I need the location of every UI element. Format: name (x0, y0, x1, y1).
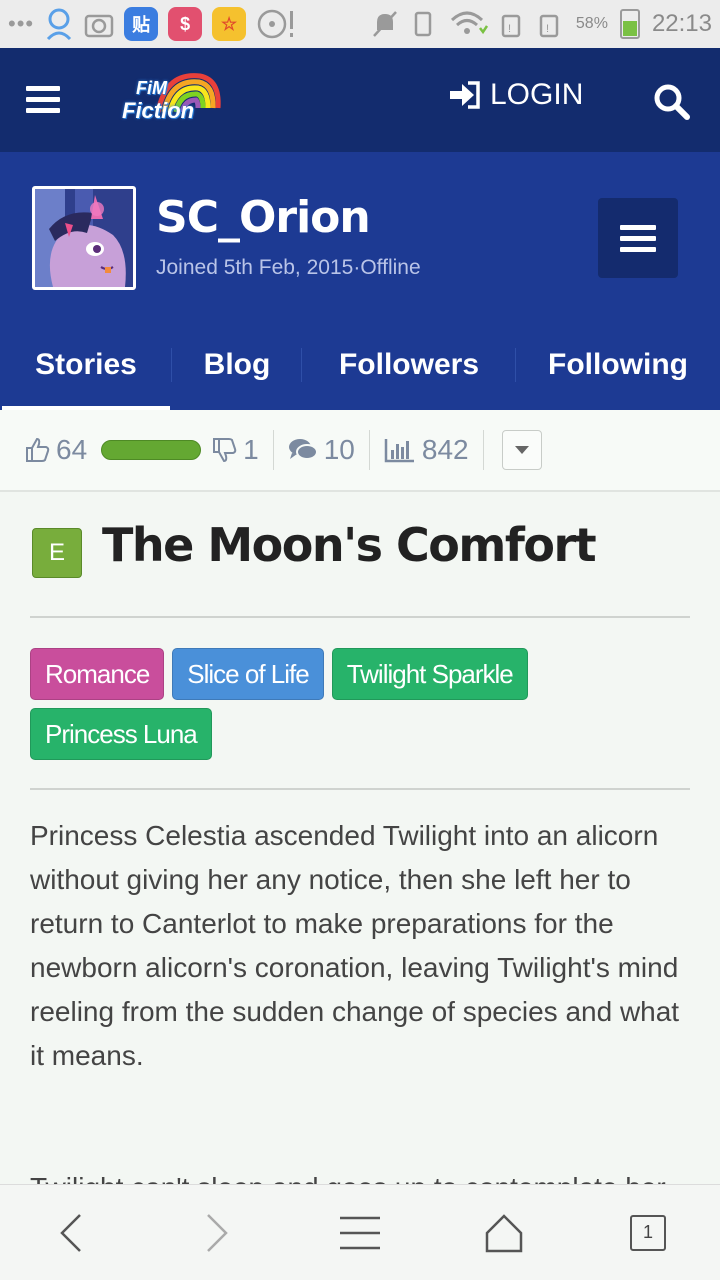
tab-label: Followers (338, 348, 480, 381)
profile-tabs: Stories Blog Followers Following (0, 320, 720, 410)
vibrate-icon (414, 11, 432, 37)
home-button[interactable] (474, 1203, 534, 1263)
profile-username: SC_Orion (156, 192, 371, 243)
profile-menu-button[interactable] (598, 198, 678, 278)
tab-stories[interactable]: Stories (0, 320, 172, 410)
tab-blog[interactable]: Blog (172, 320, 302, 410)
rating-ratio-bar (101, 440, 202, 460)
logo-text-line1: FiM (136, 78, 167, 98)
signal-sim1-icon: ! (501, 14, 521, 38)
like-count: 64 (56, 434, 88, 465)
menu-icon-bar (620, 236, 656, 241)
user-profile-header: SC_Orion Joined 5th Feb, 2015·Offline St… (0, 152, 720, 410)
dislike-count: 1 (243, 434, 259, 465)
avatar-image (35, 189, 133, 287)
thumbs-up-icon (26, 437, 50, 462)
like-button[interactable]: 64 (24, 434, 87, 466)
menu-icon (26, 86, 60, 91)
notification-person-icon (47, 8, 72, 41)
caret-down-icon (514, 446, 529, 454)
star-app-icon: ☆ (212, 7, 247, 41)
camera-icon (84, 14, 114, 38)
tag-twilight-sparkle[interactable]: Twilight Sparkle (331, 648, 528, 700)
tabs-button[interactable]: 1 (618, 1203, 678, 1263)
tab-followers[interactable]: Followers (302, 320, 516, 410)
online-status: Offline (360, 256, 421, 279)
content-rating-badge: E (32, 528, 82, 578)
bar-chart-icon (384, 439, 414, 463)
browser-bottom-bar: 1 (0, 1184, 720, 1280)
comments-icon (288, 439, 318, 460)
more-dots-icon: ••• (8, 11, 35, 36)
svg-text:!: ! (508, 23, 511, 35)
stats-divider (482, 430, 484, 470)
stats-divider (368, 430, 370, 470)
menu-icon-bar (26, 108, 60, 113)
comment-count: 10 (323, 434, 355, 465)
thumbs-down-icon (213, 438, 237, 463)
dislike-button[interactable]: 1 (211, 434, 259, 466)
back-button[interactable] (42, 1203, 102, 1263)
stats-dropdown-button[interactable] (501, 430, 542, 470)
search-icon (654, 84, 690, 120)
fimfiction-logo[interactable]: FiM Fiction (118, 68, 224, 132)
tab-count: 1 (630, 1214, 666, 1251)
chevron-left-icon (60, 1213, 81, 1252)
profile-joined-info: Joined 5th Feb, 2015·Offline (156, 256, 421, 280)
stats-divider (272, 430, 274, 470)
home-icon (485, 1213, 523, 1252)
menu-icon (620, 225, 656, 230)
tab-label: Stories (35, 348, 137, 381)
app-notification-icon: $ (168, 7, 203, 41)
title-divider (30, 616, 690, 618)
story-title[interactable]: The Moon's Comfort (102, 518, 597, 572)
logo-text-line2: Fiction (122, 98, 195, 123)
menu-icon-bar (26, 97, 60, 102)
mute-bell-icon (372, 11, 397, 37)
tab-label: Following (548, 348, 688, 381)
tab-label: Blog (203, 348, 271, 381)
tag-slice-of-life[interactable]: Slice of Life (172, 648, 324, 700)
login-label: LOGIN (490, 78, 584, 111)
view-count: 842 (421, 434, 469, 465)
menu-icon-bar (620, 247, 656, 252)
sign-in-icon (450, 81, 480, 109)
comments-stat[interactable]: 10 (288, 434, 355, 466)
menu-icon (340, 1216, 380, 1249)
tag-princess-luna[interactable]: Princess Luna (30, 708, 212, 760)
battery-percent: 58% (575, 15, 608, 32)
tags-divider (30, 788, 690, 790)
search-button[interactable] (652, 82, 692, 122)
signal-sim2-icon: ! (539, 14, 559, 38)
forward-button[interactable] (186, 1203, 246, 1263)
story-tags: Romance Slice of Life Twilight Sparkle P… (30, 648, 690, 760)
user-avatar[interactable] (32, 186, 136, 290)
story-description: Princess Celestia ascended Twilight into… (30, 820, 680, 1071)
tag-romance[interactable]: Romance (30, 648, 165, 700)
svg-text:!: ! (546, 23, 549, 35)
status-bar: ••• 贴 $ ☆ ! ! 58% 22:13 (0, 0, 720, 48)
top-navbar: FiM Fiction LOGIN (0, 48, 720, 152)
chevron-right-icon (207, 1213, 228, 1252)
story-stats-bar: 64 1 10 842 (0, 410, 720, 492)
battery-icon (619, 9, 640, 39)
joined-date: Joined 5th Feb, 2015 (156, 256, 354, 279)
media-disc-icon (257, 9, 294, 39)
wifi-icon (450, 11, 488, 35)
tieba-app-icon: 贴 (124, 7, 159, 41)
login-button[interactable]: LOGIN (448, 78, 583, 112)
main-menu-button[interactable] (26, 86, 60, 114)
clock: 22:13 (651, 10, 712, 37)
views-stat[interactable]: 842 (384, 434, 469, 466)
browser-menu-button[interactable] (330, 1203, 390, 1263)
tab-following[interactable]: Following (516, 320, 720, 410)
